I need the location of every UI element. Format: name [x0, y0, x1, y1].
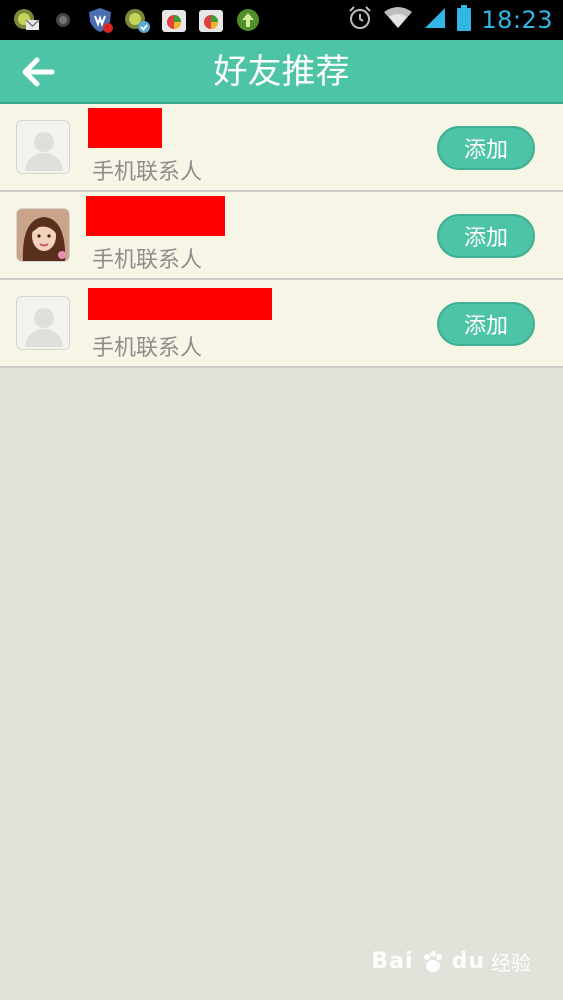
clock-time: 18:23: [481, 6, 553, 34]
shield-alert-icon: [86, 6, 114, 34]
watermark-brand: Bai: [371, 949, 414, 974]
title-bar: 好友推荐: [0, 40, 563, 104]
default-avatar-icon: [17, 121, 69, 173]
notification-icons: [0, 6, 271, 34]
list-item[interactable]: 手机联系人 添加: [0, 104, 563, 192]
paw-icon: [423, 950, 442, 972]
add-button[interactable]: 添加: [437, 214, 535, 258]
contact-source-label: 手机联系人: [92, 160, 203, 185]
avatar: [16, 208, 70, 262]
upload-icon: [234, 6, 262, 34]
watermark-brand-suffix: du: [451, 949, 485, 974]
back-arrow-icon: [22, 57, 55, 87]
redacted-name: [88, 108, 162, 148]
list-item[interactable]: 手机联系人 添加: [0, 280, 563, 368]
back-button[interactable]: [14, 50, 62, 94]
sync-check-icon: [123, 6, 151, 34]
redacted-name: [88, 288, 272, 320]
wifi-icon: [383, 6, 413, 34]
watermark-sub: 经验: [491, 951, 531, 975]
app-store-icon: [197, 6, 225, 34]
list-item[interactable]: 手机联系人 添加: [0, 192, 563, 280]
add-button[interactable]: 添加: [437, 302, 535, 346]
recommended-friends-list: 手机联系人 添加 手机联系人 添加 手机联系人 添加: [0, 104, 563, 368]
add-button[interactable]: 添加: [437, 126, 535, 170]
contact-source-label: 手机联系人: [92, 336, 203, 361]
battery-icon: [457, 5, 472, 35]
baidu-jingyan-watermark: Bai du 经验: [371, 947, 531, 976]
photo-avatar-icon: [17, 209, 69, 261]
avatar: [16, 296, 70, 350]
page-title: 好友推荐: [213, 52, 350, 92]
avatar: [16, 120, 70, 174]
contact-source-label: 手机联系人: [92, 248, 203, 273]
redacted-name: [86, 196, 225, 236]
mail-notification-icon: [12, 6, 40, 34]
system-status: 18:23: [347, 5, 563, 35]
record-icon: [49, 6, 77, 34]
app-store-icon: [160, 6, 188, 34]
alarm-clock-icon: [347, 5, 373, 35]
signal-icon: [423, 6, 447, 34]
default-avatar-icon: [17, 297, 69, 349]
status-bar: 18:23: [0, 0, 563, 40]
